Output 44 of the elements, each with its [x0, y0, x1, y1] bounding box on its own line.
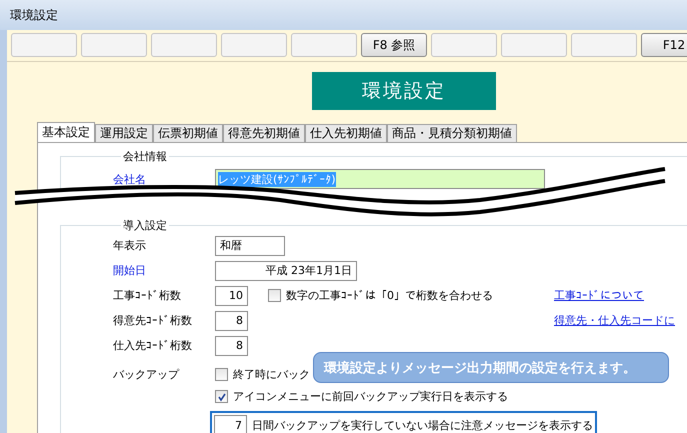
function-key-button[interactable]: [571, 33, 637, 57]
function-key-button[interactable]: F12: [641, 33, 687, 57]
field-label: 得意先ｺｰﾄﾞ桁数: [113, 313, 193, 328]
input-field[interactable]: 和暦: [215, 236, 285, 256]
field-label: 開始日: [113, 263, 147, 278]
function-key-button[interactable]: [221, 33, 287, 57]
number-field[interactable]: 10: [215, 286, 248, 306]
field-label: 年表示: [113, 238, 147, 253]
tooltip: 環境設定よりメッセージ出力期間の設定を行えます。: [313, 352, 669, 383]
checkbox-label: 終了時にバック: [233, 367, 310, 382]
group-legend: 会社情報: [121, 149, 169, 164]
checkbox[interactable]: [215, 368, 228, 381]
number-field[interactable]: 7: [214, 415, 247, 433]
reminder-text: 日間バックアップを実行していない場合に注意メッセージを表示する: [252, 418, 593, 432]
function-key-button[interactable]: [431, 33, 497, 57]
field-label: 工事ｺｰﾄﾞ桁数: [113, 288, 182, 303]
function-key-button[interactable]: [11, 33, 77, 57]
help-link[interactable]: 工事ｺｰﾄﾞについて: [554, 288, 644, 303]
tab[interactable]: 商品・見積分類初期値: [387, 124, 517, 142]
checkbox[interactable]: [215, 390, 228, 403]
field-value: レッツ建設(ｻﾝﾌﾟﾙﾃﾞｰﾀ): [218, 172, 336, 186]
function-key-button[interactable]: [151, 33, 217, 57]
field-label: 仕入先ｺｰﾄﾞ桁数: [113, 338, 193, 353]
help-link[interactable]: 得意先・仕入先コードに: [554, 313, 675, 328]
function-key-button[interactable]: F8 参照: [361, 33, 427, 57]
tab[interactable]: 運用設定: [95, 124, 153, 142]
checkbox-label: 数字の工事ｺｰﾄﾞは「0」で桁数を合わせる: [286, 288, 493, 303]
checkbox-label: アイコンメニューに前回バックアップ実行日を表示する: [233, 389, 508, 404]
group-legend: 導入設定: [121, 218, 169, 233]
function-key-button[interactable]: [291, 33, 357, 57]
function-key-button[interactable]: [501, 33, 567, 57]
tab[interactable]: 伝票初期値: [153, 124, 223, 142]
checkbox[interactable]: [268, 289, 281, 302]
function-key-button[interactable]: [81, 33, 147, 57]
tab[interactable]: 基本設定: [37, 122, 95, 142]
number-field[interactable]: 8: [215, 336, 248, 356]
field-label: バックアップ: [113, 367, 180, 382]
field-label: 会社名: [113, 172, 147, 186]
tab[interactable]: 得意先初期値: [223, 124, 305, 142]
page-banner: 環境設定: [312, 72, 496, 110]
number-field[interactable]: 8: [215, 310, 248, 330]
window-title: 環境設定: [10, 6, 58, 24]
date-field[interactable]: 平成 23年1月1日: [215, 260, 357, 280]
tab[interactable]: 仕入先初期値: [305, 124, 387, 142]
